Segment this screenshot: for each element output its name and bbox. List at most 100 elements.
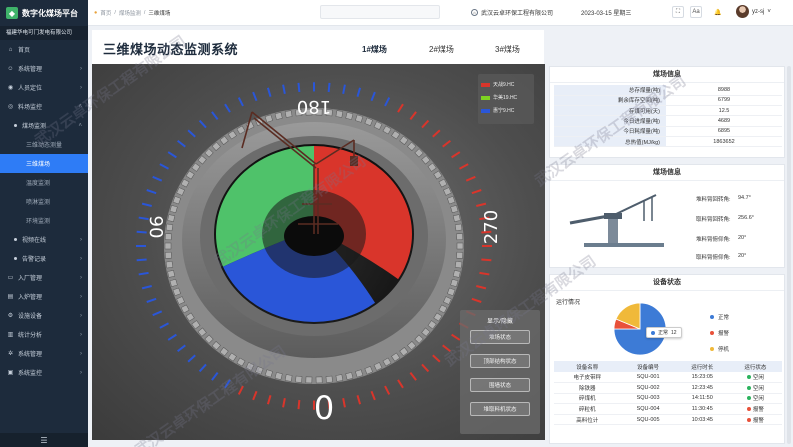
breadcrumb-level1[interactable]: 煤场监测 (119, 9, 141, 17)
fullscreen-icon[interactable]: ⛶ (672, 6, 684, 18)
chart-icon: ▥ (7, 332, 14, 338)
gear-tooth (345, 112, 354, 120)
tab-yard-3[interactable]: 3#煤场 (495, 44, 520, 55)
sidebar-item-sys-manage[interactable]: ✲ 系统管理 › (0, 344, 88, 363)
column-header: 运行状态 (728, 361, 782, 372)
chevron-right-icon: › (80, 350, 82, 357)
settings-icon: ✲ (7, 351, 14, 357)
table-row[interactable]: 除铁器 SQU-002 12:23:45 空闲 (554, 382, 782, 394)
pie-legend-normal: 正常 (710, 313, 729, 321)
tick-mark (397, 103, 404, 113)
info-value: 8988 (666, 85, 782, 96)
tab-yard-2[interactable]: 2#煤场 (429, 44, 454, 55)
gear-tooth (164, 242, 172, 250)
info-value: 12.5 (666, 105, 782, 117)
gear-tooth (167, 270, 176, 278)
info-key: 今日耗煤量(吨) (554, 126, 666, 137)
chevron-right-icon: › (80, 255, 82, 262)
sidebar-item-alarms[interactable]: 告警记录 › (0, 249, 88, 268)
tick-mark (187, 129, 196, 138)
user-menu[interactable]: yz-sj ˅ (736, 5, 771, 18)
toggle-roof-button[interactable]: 顶部结构状态 (470, 354, 530, 368)
device-name: 碎煤机 (554, 393, 621, 405)
gear-tooth (274, 112, 283, 120)
bell-icon[interactable]: 🔔 (712, 6, 724, 18)
status-dot (746, 375, 751, 380)
tick-mark (152, 310, 163, 317)
legend-item[interactable]: 惠宁9.HC (481, 104, 531, 117)
sidebar-item-temperature[interactable]: 温度监测 (0, 173, 88, 192)
table-row[interactable]: 高料位计 SQU-005 10:03:45 报警 (554, 414, 782, 426)
tick-mark (282, 84, 286, 94)
table-row[interactable]: 碎煤机 SQU-003 14:11:50 空闲 (554, 393, 782, 405)
tick-mark (471, 297, 482, 303)
table-row[interactable]: 电子皮带秤 SQU-001 15:23:05 空闲 (554, 372, 782, 384)
sidebar-item-entry[interactable]: ▭ 入厂管理 › (0, 268, 88, 287)
chevron-up-icon: ˄ (78, 103, 82, 110)
tick-mark (479, 271, 490, 276)
sidebar-item-home[interactable]: ⌂ 首页 (0, 40, 88, 59)
sidebar-item-coal-monitor[interactable]: 煤场监测 ˄ (0, 116, 88, 135)
tick-mark (282, 398, 286, 408)
device-status-panel: 设备状态 运行情况 正常 12 正常 报警 停机 设备名称 设备编号 运行时长 运行状态… (549, 274, 785, 444)
toggle-yard-button[interactable]: 堆场状态 (470, 330, 530, 344)
stacker-pitch-angle: 堆料臂俯仰角: 20° (696, 235, 747, 243)
device-status: 空闲 (728, 382, 782, 394)
legend-item[interactable]: 天战9.HC (481, 78, 531, 91)
gear-tooth (335, 374, 344, 382)
info-key: 今日进煤量(吨) (554, 115, 666, 127)
info-row: 总存煤量(吨) 8988 (554, 85, 782, 96)
sidebar-item-location[interactable]: ◉ 人员定位 › (0, 78, 88, 97)
sidebar-item-spray[interactable]: 喷淋监测 (0, 192, 88, 211)
table-row[interactable]: 碎粒机 SQU-004 11:30:45 报警 (554, 403, 782, 415)
sidebar-item-system[interactable]: ☺ 系统管理 › (0, 59, 88, 78)
3d-viewport[interactable]: 180 90 270 0 天战9.HC 华美19.HC 惠宁9.HC 显示/隐藏… (92, 64, 545, 440)
tick-mark (459, 163, 469, 170)
toggle-machine-button[interactable]: 堆取料机状态 (470, 402, 530, 416)
tick-mark (177, 139, 186, 148)
search-bar[interactable] (320, 5, 440, 19)
tick-mark (146, 189, 157, 195)
device-runtime: 14:11:50 (675, 393, 729, 405)
legend-item[interactable]: 华美19.HC (481, 91, 531, 104)
tick-mark (409, 111, 417, 120)
sidebar-item-sys-monitor[interactable]: ▣ 系统监控 › (0, 363, 88, 382)
info-key: 总存煤量(吨) (554, 85, 666, 96)
device-code: SQU-005 (620, 414, 676, 426)
gear-tooth (456, 251, 464, 259)
sidebar-item-3d-measure[interactable]: 三维动态测量 (0, 135, 88, 154)
tick-mark (152, 175, 163, 182)
sidebar-item-video[interactable]: 视频在线 › (0, 230, 88, 249)
date-time: 2023-03-15 星期三 (581, 11, 632, 17)
font-size-icon[interactable]: Aa (690, 6, 702, 18)
chevron-right-icon: › (80, 65, 82, 72)
breadcrumb-current: 三维煤场 (148, 10, 171, 17)
stacker-slew-angle: 堆料臂回转角: 94.7° (696, 195, 751, 203)
sidebar-collapse-button[interactable]: ☰ (0, 433, 88, 447)
info-value: 6895 (666, 126, 782, 137)
sidebar-item-3d-yard[interactable]: 三维煤场 (0, 154, 88, 173)
info-key: 剩余库存空间(吨) (554, 95, 666, 107)
tick-mark (252, 91, 258, 102)
sidebar-item-environment[interactable]: 环境监测 (0, 211, 88, 230)
breadcrumb-home[interactable]: 首页 (100, 9, 111, 17)
info-row: 今日耗煤量(吨) 6895 (554, 126, 782, 137)
sidebar-item-furnace[interactable]: ▤ 入炉管理 › (0, 287, 88, 306)
legend-swatch (481, 95, 490, 100)
toggle-wall-button[interactable]: 围墙状态 (470, 378, 530, 392)
tick-mark (471, 189, 482, 195)
chevron-down-icon: ˅ (767, 8, 771, 15)
scrollbar[interactable] (787, 66, 791, 444)
sidebar-item-equipment[interactable]: ⚙ 设施设备 › (0, 306, 88, 325)
sidebar-item-yard-monitor[interactable]: ◎ 料场监控 ˄ (0, 97, 88, 116)
pile-legend: 天战9.HC 华美19.HC 惠宁9.HC (478, 74, 534, 124)
tab-yard-1[interactable]: 1#煤场 (358, 44, 391, 67)
gear-tooth (284, 374, 293, 382)
tick-mark (211, 372, 219, 381)
gear-tooth (325, 375, 333, 383)
column-header: 运行时长 (675, 361, 729, 372)
info-key: 存煤可用(天) (554, 105, 666, 117)
username: yz-sj (752, 8, 765, 15)
sidebar-item-stats[interactable]: ▥ 统计分析 › (0, 325, 88, 344)
brand-name: 数字化煤场平台 (22, 8, 78, 18)
